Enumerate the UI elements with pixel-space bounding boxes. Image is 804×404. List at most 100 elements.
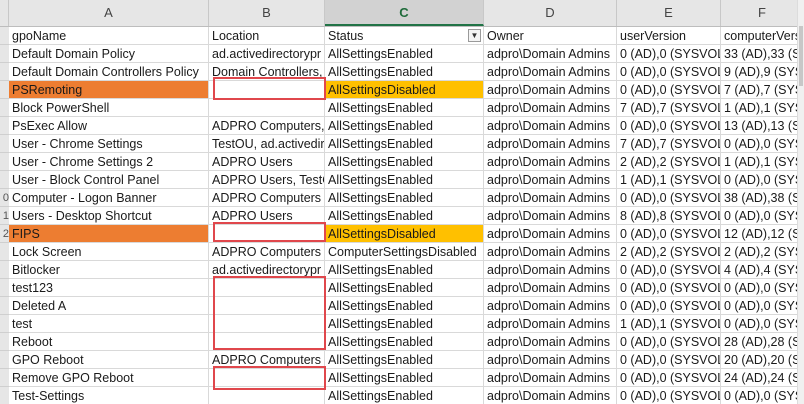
cell[interactable]: 0 (AD),0 (SYSVOL) (617, 369, 721, 387)
cell[interactable]: PSRemoting (9, 81, 209, 99)
row-number[interactable]: 1 (0, 207, 9, 225)
row-number[interactable] (0, 315, 9, 333)
cell[interactable]: 0 (AD),0 (SYSVOL) (617, 351, 721, 369)
row-number[interactable] (0, 261, 9, 279)
cell[interactable]: 0 (AD),0 (SYSVOL) (617, 189, 721, 207)
cell[interactable]: Deleted A (9, 297, 209, 315)
scrollbar-thumb[interactable] (799, 26, 803, 86)
cell[interactable]: AllSettingsEnabled (325, 99, 484, 117)
cell[interactable]: 0 (AD),0 (SYSV (721, 135, 804, 153)
cell[interactable]: adpro\Domain Admins (484, 261, 617, 279)
cell[interactable]: 7 (AD),7 (SYSVOL) (617, 99, 721, 117)
cell[interactable]: ComputerSettingsDisabled (325, 243, 484, 261)
column-header-d[interactable]: D (484, 0, 617, 26)
select-all-corner[interactable] (0, 0, 9, 26)
cell[interactable] (209, 279, 325, 297)
column-title-cell[interactable]: userVersion (617, 27, 721, 45)
cell[interactable]: PsExec Allow (9, 117, 209, 135)
cell[interactable]: 0 (AD),0 (SYSVOL) (617, 333, 721, 351)
row-number[interactable] (0, 369, 9, 387)
cell[interactable]: AllSettingsEnabled (325, 45, 484, 63)
row-number[interactable] (0, 333, 9, 351)
cell[interactable]: 0 (AD),0 (SYSVOL) (617, 63, 721, 81)
cell[interactable]: 7 (AD),7 (SYSV (721, 81, 804, 99)
cell[interactable]: User - Chrome Settings (9, 135, 209, 153)
cell[interactable]: ad.activedirectorypr (209, 45, 325, 63)
row-number[interactable] (0, 81, 9, 99)
cell[interactable]: AllSettingsEnabled (325, 261, 484, 279)
cell[interactable]: adpro\Domain Admins (484, 135, 617, 153)
column-title-cell[interactable]: Location (209, 27, 325, 45)
cell[interactable] (209, 297, 325, 315)
cell[interactable]: Bitlocker (9, 261, 209, 279)
cell[interactable]: 7 (AD),7 (SYSVOL) (617, 135, 721, 153)
cell[interactable] (209, 369, 325, 387)
cell[interactable]: 0 (AD),0 (SYSVOL) (617, 45, 721, 63)
cell[interactable]: Computer - Logon Banner (9, 189, 209, 207)
cell[interactable]: adpro\Domain Admins (484, 387, 617, 404)
cell[interactable]: ADPRO Computers (209, 189, 325, 207)
cell[interactable]: AllSettingsEnabled (325, 279, 484, 297)
cell[interactable]: 0 (AD),0 (SYSV (721, 171, 804, 189)
cell[interactable]: 1 (AD),1 (SYSVOL) (617, 171, 721, 189)
cell[interactable]: Default Domain Policy (9, 45, 209, 63)
cell[interactable]: adpro\Domain Admins (484, 243, 617, 261)
cell[interactable]: 38 (AD),38 (SYS (721, 189, 804, 207)
cell[interactable]: ADPRO Computers (209, 243, 325, 261)
cell[interactable] (209, 333, 325, 351)
cell[interactable]: User - Block Control Panel (9, 171, 209, 189)
cell[interactable]: adpro\Domain Admins (484, 207, 617, 225)
cell[interactable]: AllSettingsEnabled (325, 63, 484, 81)
cell[interactable]: 33 (AD),33 (SYS (721, 45, 804, 63)
cell[interactable]: AllSettingsEnabled (325, 297, 484, 315)
column-header-a[interactable]: A (9, 0, 209, 26)
cell[interactable]: AllSettingsEnabled (325, 171, 484, 189)
cell[interactable]: AllSettingsEnabled (325, 189, 484, 207)
cell[interactable] (209, 81, 325, 99)
cell[interactable]: FIPS (9, 225, 209, 243)
cell[interactable]: 0 (AD),0 (SYSV (721, 207, 804, 225)
cell[interactable]: test (9, 315, 209, 333)
cell[interactable]: 0 (AD),0 (SYSVOL) (617, 225, 721, 243)
cell[interactable]: 0 (AD),0 (SYSV (721, 279, 804, 297)
cell[interactable]: 8 (AD),8 (SYSVOL) (617, 207, 721, 225)
column-title-cell[interactable]: Status ▼ (325, 27, 484, 45)
row-number[interactable] (0, 117, 9, 135)
cell[interactable]: 0 (AD),0 (SYSV (721, 387, 804, 404)
cell[interactable]: AllSettingsEnabled (325, 333, 484, 351)
cell[interactable]: TestOU, ad.activedir (209, 135, 325, 153)
cell[interactable]: AllSettingsDisabled (325, 81, 484, 99)
cell[interactable]: 0 (AD),0 (SYSVOL) (617, 261, 721, 279)
cell[interactable]: AllSettingsEnabled (325, 369, 484, 387)
row-number[interactable] (0, 279, 9, 297)
cell[interactable]: ad.activedirectorypr (209, 261, 325, 279)
row-number[interactable] (0, 243, 9, 261)
row-number[interactable] (0, 27, 9, 45)
column-title-cell[interactable]: Owner (484, 27, 617, 45)
cell[interactable]: 0 (AD),0 (SYSVOL) (617, 387, 721, 404)
cell[interactable]: AllSettingsEnabled (325, 387, 484, 404)
cell[interactable]: Default Domain Controllers Policy (9, 63, 209, 81)
cell[interactable]: 9 (AD),9 (SYSV (721, 63, 804, 81)
row-number[interactable] (0, 351, 9, 369)
cell[interactable]: ADPRO Users (209, 153, 325, 171)
cell[interactable]: 2 (AD),2 (SYSV (721, 243, 804, 261)
cell[interactable]: adpro\Domain Admins (484, 225, 617, 243)
row-number[interactable] (0, 99, 9, 117)
column-header-b[interactable]: B (209, 0, 325, 26)
cell[interactable]: adpro\Domain Admins (484, 369, 617, 387)
vertical-scrollbar[interactable] (797, 0, 804, 404)
cell[interactable]: ADPRO Computers (209, 351, 325, 369)
cell[interactable]: AllSettingsEnabled (325, 207, 484, 225)
cell[interactable]: User - Chrome Settings 2 (9, 153, 209, 171)
cell[interactable]: adpro\Domain Admins (484, 171, 617, 189)
cell[interactable]: 28 (AD),28 (SYS (721, 333, 804, 351)
cell[interactable]: 0 (AD),0 (SYSVOL) (617, 117, 721, 135)
cell[interactable]: 0 (AD),0 (SYSVOL) (617, 297, 721, 315)
cell[interactable]: adpro\Domain Admins (484, 99, 617, 117)
row-number[interactable] (0, 387, 9, 404)
cell[interactable]: AllSettingsDisabled (325, 225, 484, 243)
cell[interactable]: AllSettingsEnabled (325, 351, 484, 369)
cell[interactable]: 1 (AD),1 (SYSVOL) (617, 315, 721, 333)
row-number[interactable] (0, 297, 9, 315)
